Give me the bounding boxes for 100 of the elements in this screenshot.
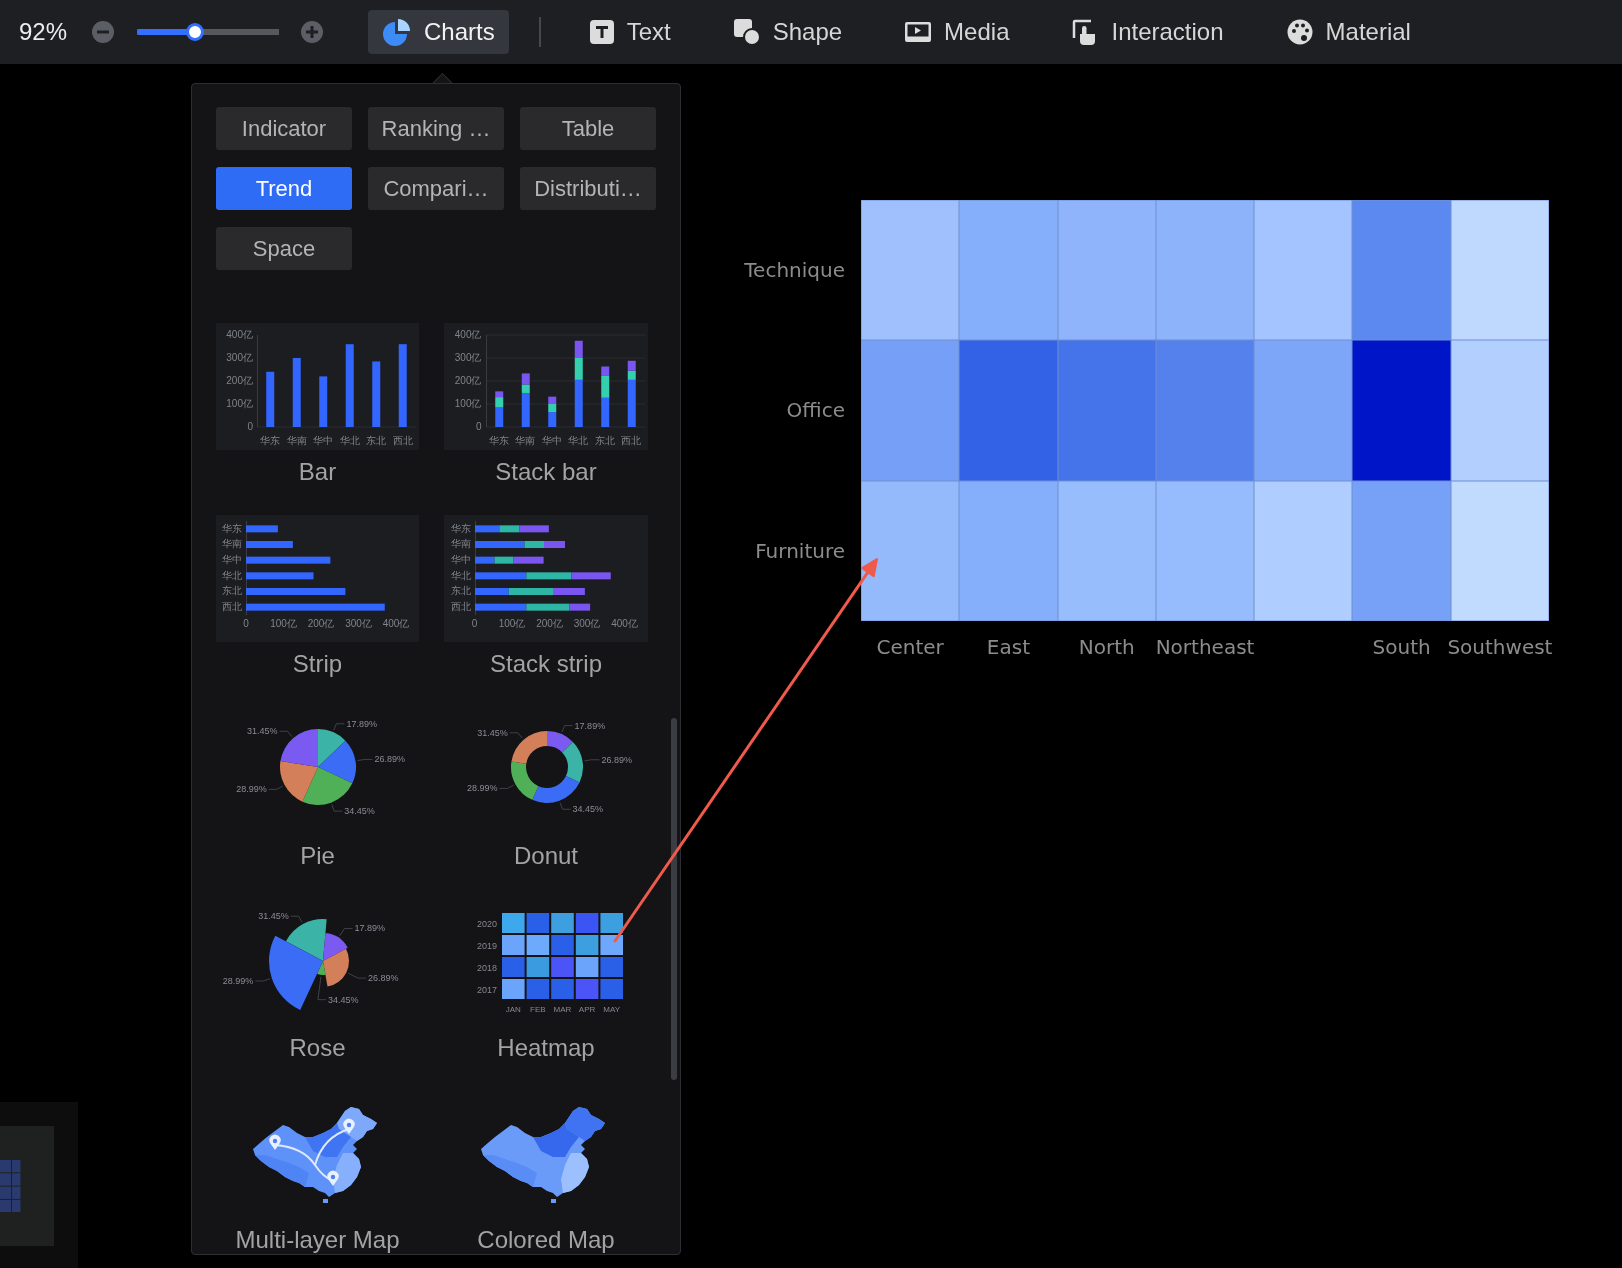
- axis-label: 2020: [476, 919, 497, 929]
- chart-type-label: Rose: [289, 1034, 346, 1062]
- axis-label: MAR: [553, 1005, 571, 1014]
- row-label: Technique: [744, 258, 846, 283]
- axis-tick-label: 100亿: [454, 398, 482, 410]
- bar: [372, 361, 381, 427]
- category-label: 华北: [567, 435, 590, 447]
- category-button[interactable]: Table: [520, 107, 656, 150]
- category-label: 华东: [222, 522, 242, 535]
- leader-line: [357, 759, 373, 761]
- data-label: 26.89%: [368, 973, 399, 984]
- data-label: 34.45%: [344, 806, 375, 817]
- data-label: 31.45%: [246, 726, 278, 737]
- category-label: 华北: [338, 435, 361, 447]
- chart-type-label: Multi-layer Map: [235, 1226, 400, 1254]
- chart-type-label: Heatmap: [497, 1034, 595, 1062]
- data-label: 31.45%: [258, 911, 289, 922]
- zoom-in-icon[interactable]: [300, 20, 324, 44]
- leader-line: [347, 972, 367, 979]
- axis-tick-label: 200亿: [306, 618, 336, 630]
- leader-line: [559, 802, 571, 810]
- leader-line: [254, 978, 271, 982]
- category-button[interactable]: Trend: [216, 167, 352, 210]
- toolbar-tab[interactable]: Charts: [368, 10, 509, 54]
- bar-segment: [600, 397, 609, 427]
- chart-type-label: Pie: [300, 842, 335, 870]
- axis-tick-label: 300亿: [344, 618, 373, 630]
- axis-label: FEB: [529, 1005, 546, 1014]
- axis-tick-label: 300亿: [226, 352, 253, 364]
- leader-line: [498, 784, 514, 789]
- page-thumbnail[interactable]: [0, 1126, 54, 1246]
- data-label: 28.99%: [236, 784, 267, 795]
- scrollbar-thumb[interactable]: [671, 718, 677, 1080]
- category-label: 西北: [391, 435, 414, 447]
- text-icon: [588, 19, 615, 45]
- category-label: 华南: [450, 538, 471, 551]
- category-button[interactable]: Space: [216, 227, 352, 270]
- column-label: South: [1372, 634, 1431, 659]
- axis-tick-label: 300亿: [572, 618, 602, 630]
- data-label: 26.89%: [374, 754, 405, 765]
- category-label: 东北: [593, 435, 616, 447]
- data-label: 17.89%: [574, 720, 605, 731]
- row-label: Office: [786, 398, 846, 423]
- category-label: 华东: [450, 522, 471, 535]
- pie-slice: [280, 729, 318, 767]
- toolbar-tab[interactable]: Material: [1271, 10, 1425, 54]
- category-label: 华南: [514, 435, 537, 447]
- axis-label: 2019: [476, 941, 497, 951]
- leader-line: [339, 928, 353, 937]
- category-button[interactable]: Ranking …: [368, 107, 504, 150]
- leader-line: [290, 915, 303, 923]
- axis-tick-label: 200亿: [454, 375, 482, 387]
- pie-chart-icon: [382, 17, 412, 47]
- category-label: 华南: [222, 538, 242, 551]
- category-label: 华北: [450, 569, 471, 582]
- toolbar-tab[interactable]: Shape: [718, 10, 857, 54]
- data-label: 17.89%: [346, 718, 377, 729]
- toolbar-tab[interactable]: Text: [574, 10, 685, 54]
- axis-tick-label: 400亿: [610, 618, 639, 630]
- axis-label: APR: [578, 1005, 595, 1014]
- category-label: 华东: [259, 435, 282, 447]
- toolbar-tab[interactable]: Media: [890, 10, 1024, 54]
- category-label: 华中: [312, 435, 335, 447]
- zoom-value: 92%: [19, 18, 69, 46]
- axis-tick-label: 200亿: [226, 375, 253, 387]
- axis-tick-label: 200亿: [535, 618, 564, 630]
- bar: [266, 371, 275, 427]
- video-icon: [904, 20, 933, 44]
- toolbar-tab[interactable]: Interaction: [1057, 10, 1238, 54]
- chart-type-label: Stack bar: [495, 458, 597, 486]
- axis-tick-label: 400亿: [454, 329, 482, 341]
- axis-tick-label: 0: [247, 421, 253, 433]
- map-pin-icon: [342, 1118, 355, 1134]
- data-label: 26.89%: [600, 754, 632, 765]
- axis-label: 2017: [476, 985, 497, 995]
- axis-label: 2018: [476, 963, 497, 973]
- leader-line: [317, 976, 327, 1001]
- chart-type-label: Stack strip: [490, 650, 602, 678]
- bar: [292, 358, 301, 427]
- row-label: Furniture: [755, 538, 846, 563]
- map-pin-icon: [268, 1134, 281, 1150]
- leader-line: [333, 723, 345, 731]
- category-button[interactable]: Indicator: [216, 107, 352, 150]
- axis-tick-label: 0: [242, 618, 250, 630]
- bar-segment: [521, 373, 530, 385]
- category-button[interactable]: Distributi…: [520, 167, 656, 210]
- zoom-out-icon[interactable]: [91, 20, 115, 44]
- data-label: 34.45%: [572, 804, 603, 815]
- category-label: 东北: [450, 585, 471, 598]
- grid-drawing: [0, 1160, 21, 1212]
- data-label: 28.99%: [466, 783, 497, 794]
- bar: [246, 541, 293, 548]
- category-label: 华中: [450, 554, 471, 567]
- category-label: 西北: [222, 601, 242, 614]
- category-button[interactable]: Compari…: [368, 167, 504, 210]
- shapes-icon: [732, 18, 761, 46]
- column-label: East: [986, 634, 1030, 659]
- slider-thumb[interactable]: [186, 23, 205, 41]
- bar: [246, 525, 278, 533]
- data-label: 31.45%: [476, 727, 508, 738]
